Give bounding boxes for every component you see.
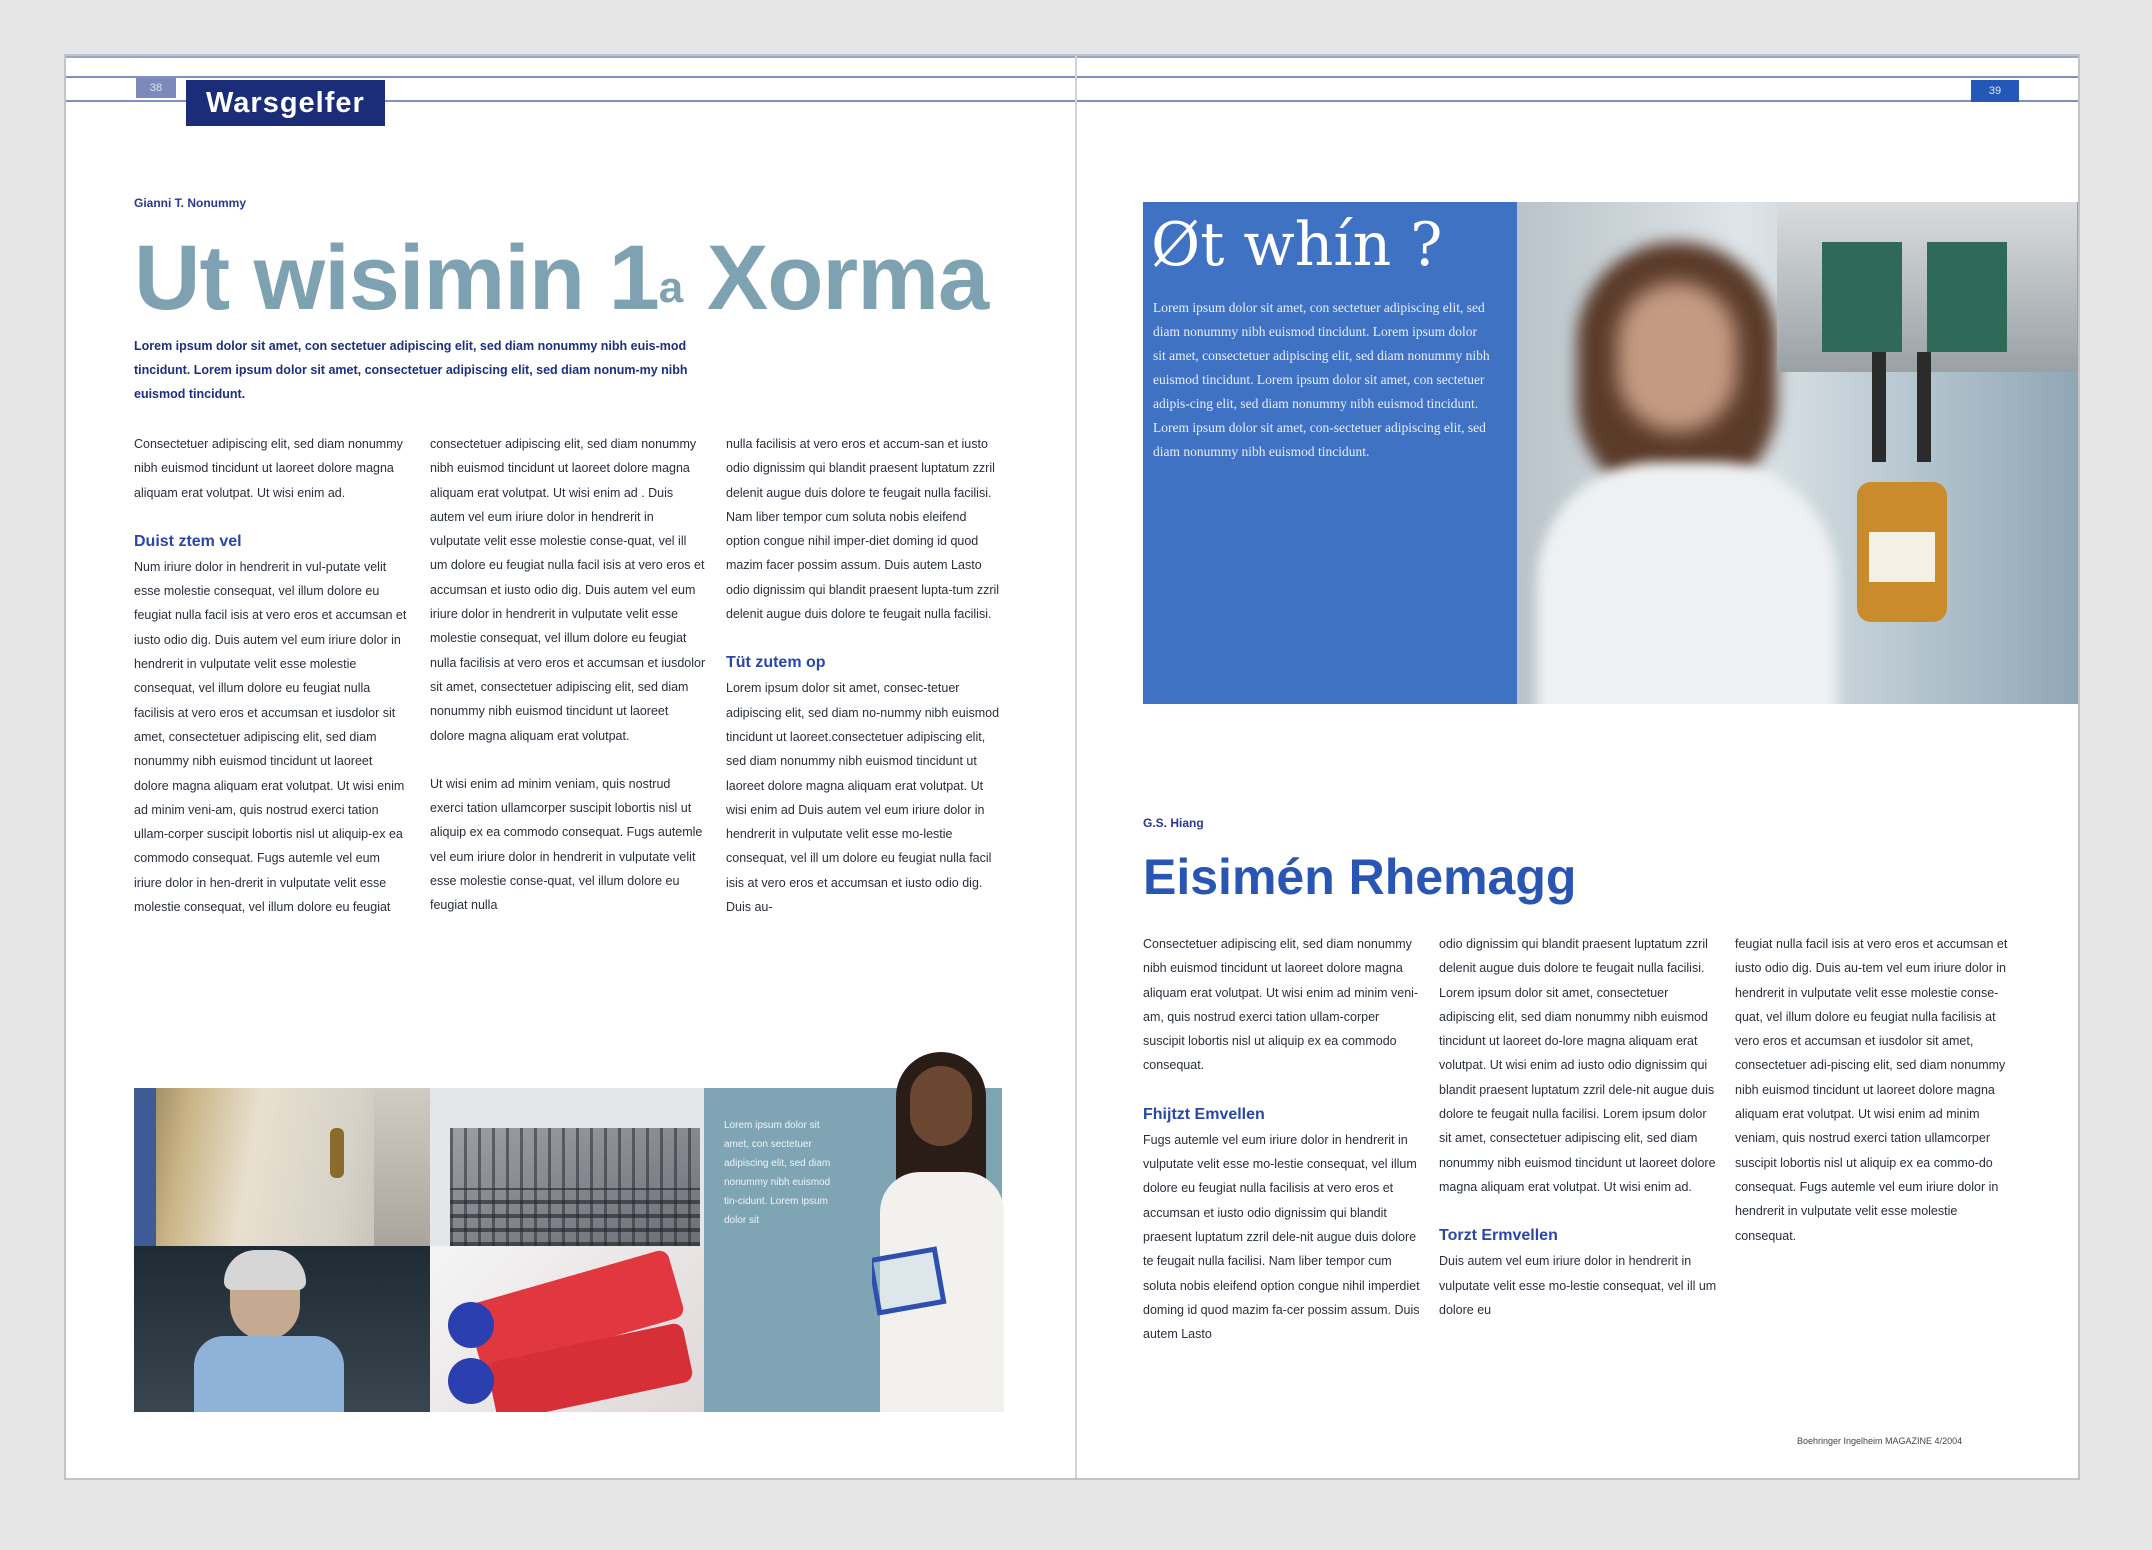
paragraph: Ut wisi enim ad minim veniam, quis nostr… (430, 776, 703, 913)
researcher-photo (872, 1052, 1012, 1412)
hero-feature: Øt whín ? Lorem ipsum dolor sit amet, co… (1077, 202, 2078, 704)
text-column-3: nulla facilisis at vero eros et accum-sa… (726, 432, 1002, 943)
headline-superscript: a (658, 263, 684, 312)
corridor-photo (134, 1088, 430, 1246)
paragraph: Duis autem vel eum iriure dolor in hendr… (1439, 1254, 1717, 1317)
subheading: Torzt Ermvellen (1439, 1227, 1558, 1245)
paragraph: Fugs autemle vel eum iriure dolor in hen… (1143, 1132, 1420, 1342)
paragraph: consectetuer adipiscing elit, sed diam n… (430, 437, 706, 743)
headline-tail: Xorma (682, 227, 989, 329)
headline: Ut wisimin 1a Xorma (134, 227, 989, 329)
author-byline: G.S. Hiang (1143, 816, 1204, 830)
flasks-photo (430, 1246, 704, 1412)
lab-scientist-photo (1517, 202, 2078, 704)
building-photo (430, 1088, 704, 1246)
header-rule-1 (1077, 76, 2078, 78)
headline: Eisimén Rhemagg (1143, 849, 1577, 905)
text-column-1: Consectetuer adipiscing elit, sed diam n… (134, 432, 410, 943)
page-number: 39 (1971, 80, 2019, 102)
hero-text: Lorem ipsum dolor sit amet, con sectetue… (1153, 300, 1490, 459)
lead-paragraph: Lorem ipsum dolor sit amet, con sectetue… (134, 339, 688, 401)
section-tab: Warsgelfer (186, 80, 385, 126)
page-footer: Boehringer Ingelheim MAGAZINE 4/2004 (1797, 1436, 1963, 1446)
photo-collage: Lorem ipsum dolor sit amet, con sectetue… (134, 1052, 1004, 1412)
paragraph: Consectetuer adipiscing elit, sed diam n… (1143, 937, 1419, 1073)
author-byline: Gianni T. Nonummy (134, 196, 247, 210)
magazine-spread: 38 Warsgelfer Gianni T. Nonummy Ut wisim… (64, 54, 2080, 1480)
paragraph: nulla facilisis at vero eros et accum-sa… (726, 437, 1000, 622)
text-column-1: Consectetuer adipiscing elit, sed diam n… (1143, 932, 1421, 1370)
hero-title: Øt whín ? (1151, 210, 1443, 280)
text-column-2: odio dignissim qui blandit praesent lupt… (1439, 932, 1717, 1346)
paragraph: Consectetuer adipiscing elit, sed diam n… (134, 437, 403, 500)
subheading: Duist ztem vel (134, 532, 242, 550)
top-rule (66, 56, 1075, 58)
header-rule-1 (66, 76, 1075, 78)
scientist-woman-photo (134, 1246, 430, 1412)
subheading: Tüt zutem op (726, 654, 826, 672)
subheading: Fhijtzt Emvellen (1143, 1105, 1265, 1123)
right-page: 39 Øt whín ? Lorem ipsum dolor sit amet,… (1077, 56, 2078, 1478)
left-page: 38 Warsgelfer Gianni T. Nonummy Ut wisim… (66, 56, 1075, 1478)
headline-main: Ut wisimin 1 (134, 227, 660, 329)
paragraph: odio dignissim qui blandit praesent lupt… (1439, 937, 1716, 1194)
paragraph: Lorem ipsum dolor sit amet, consec-tetue… (726, 681, 1000, 915)
text-column-3: feugiat nulla facil isis at vero eros et… (1735, 932, 2013, 1272)
paragraph: Num iriure dolor in hendrerit in vul-put… (134, 559, 407, 915)
top-rule (1077, 56, 2078, 58)
header-rule-2 (1077, 100, 2078, 102)
page-number: 38 (136, 78, 176, 98)
paragraph: feugiat nulla facil isis at vero eros et… (1735, 937, 2008, 1243)
text-column-2: consectetuer adipiscing elit, sed diam n… (430, 432, 706, 942)
photo-caption: Lorem ipsum dolor sit amet, con sectetue… (724, 1120, 831, 1226)
